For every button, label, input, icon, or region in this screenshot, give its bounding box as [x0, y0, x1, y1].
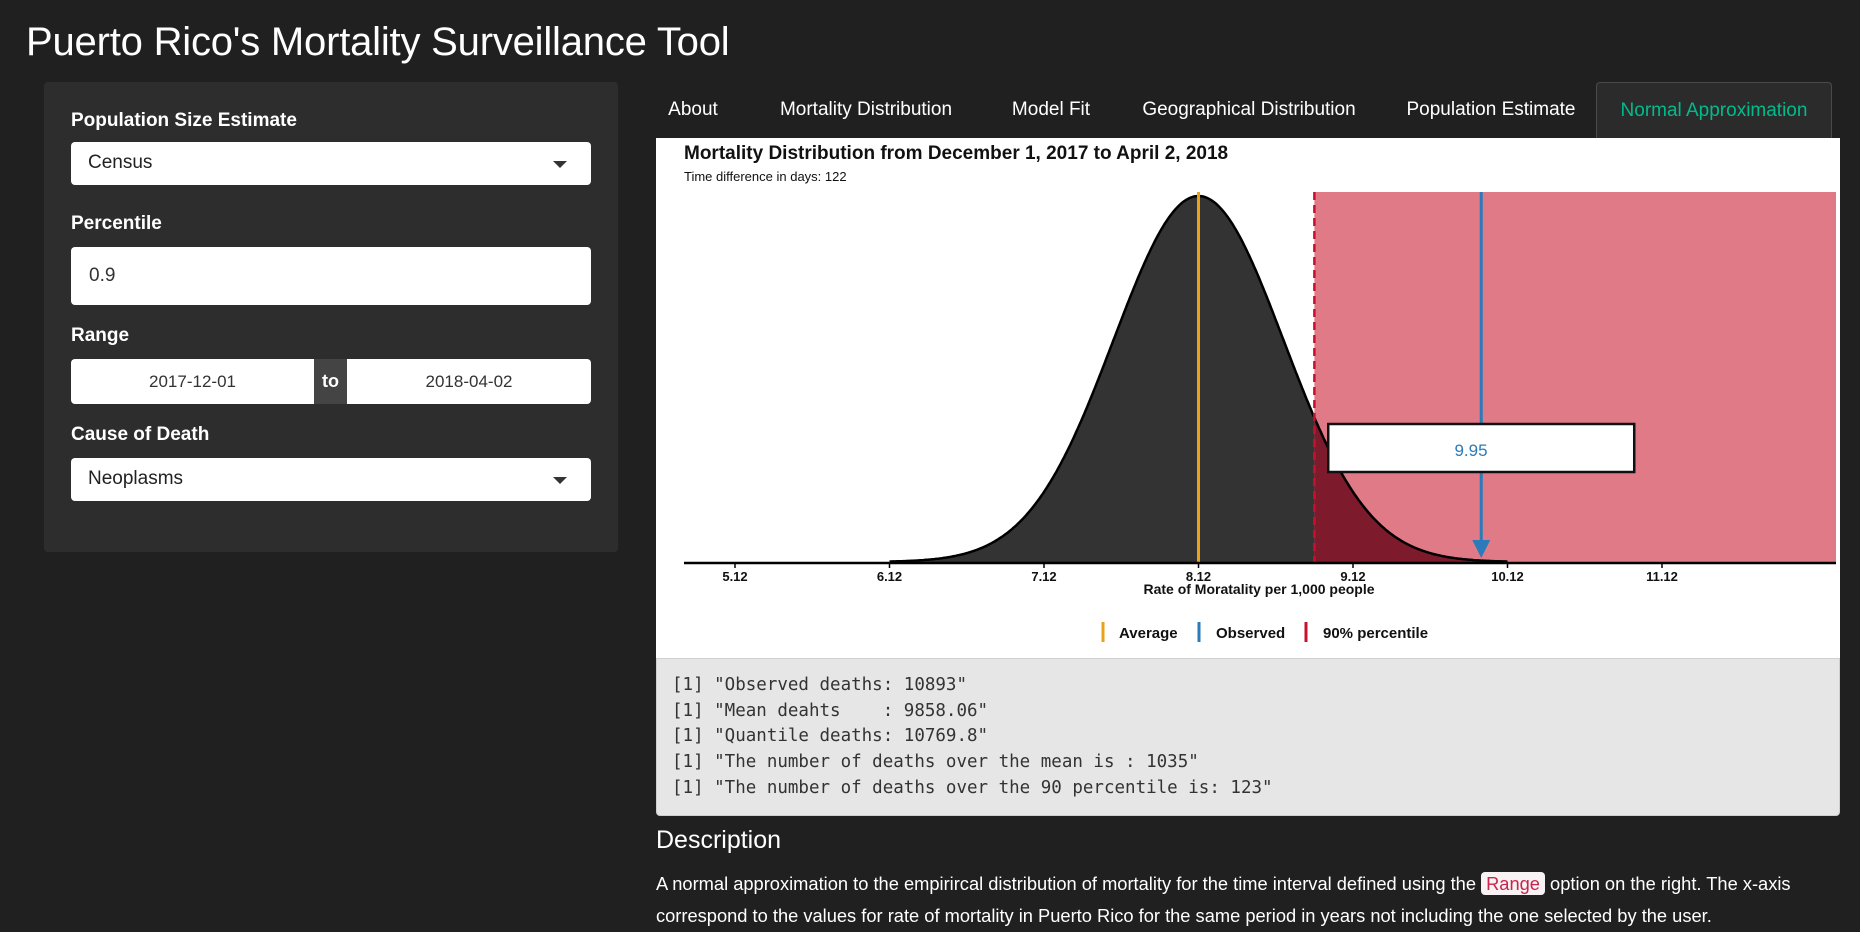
x-tick-label: 10.12: [1491, 569, 1524, 584]
range-end-input[interactable]: 2018-04-02: [347, 359, 591, 404]
range-group: Range 2017-12-01 to 2018-04-02: [71, 325, 591, 405]
percentile-region: [1314, 192, 1836, 562]
tab-population-estimate[interactable]: Population Estimate: [1400, 82, 1582, 138]
legend-average-label: Average: [1119, 625, 1178, 642]
console-line: [1] "The number of deaths over the mean …: [672, 752, 1199, 773]
percentile-input[interactable]: 0.9: [71, 247, 591, 305]
x-tick-label: 5.12: [722, 569, 747, 584]
console-line: [1] "The number of deaths over the 90 pe…: [672, 777, 1273, 798]
sidebar-panel: Population Size Estimate Census Percenti…: [44, 82, 618, 552]
console-line: [1] "Quantile deaths: 10769.8": [672, 726, 989, 747]
chevron-down-icon: [553, 477, 567, 484]
range-code-badge: Range: [1481, 872, 1545, 895]
chevron-down-icon: [553, 161, 567, 168]
population-value: Census: [88, 152, 153, 173]
normal-approximation-chart: Mortality Distribution from December 1, …: [684, 143, 1836, 642]
tab-normal-approximation[interactable]: Normal Approximation: [1596, 82, 1832, 138]
population-label: Population Size Estimate: [71, 110, 297, 131]
date-range-input: 2017-12-01 to 2018-04-02: [71, 359, 591, 404]
chart-subtitle: Time difference in days: 122: [684, 169, 847, 184]
range-separator: to: [314, 359, 347, 404]
cause-value: Neoplasms: [88, 468, 184, 489]
range-label: Range: [71, 325, 130, 346]
percentile-label: Percentile: [71, 213, 162, 234]
tab-mortality-distribution[interactable]: Mortality Distribution: [768, 82, 964, 138]
population-select[interactable]: Census: [71, 142, 591, 185]
tab-geographical-distribution[interactable]: Geographical Distribution: [1134, 82, 1364, 138]
legend-percentile-label: 90% percentile: [1323, 625, 1428, 642]
description-text-before: A normal approximation to the empirircal…: [656, 873, 1482, 894]
population-group: Population Size Estimate Census: [71, 110, 591, 190]
tab-model-fit[interactable]: Model Fit: [1004, 82, 1098, 138]
cause-select[interactable]: Neoplasms: [71, 458, 591, 501]
percentile-group: Percentile 0.9: [71, 213, 591, 313]
tab-bar: About Mortality Distribution Model Fit G…: [657, 82, 1832, 138]
app-title: Puerto Rico's Mortality Surveillance Too…: [26, 20, 730, 64]
range-start-input[interactable]: 2017-12-01: [71, 359, 314, 404]
description-heading: Description: [656, 826, 782, 854]
observed-value-label: 9.95: [1454, 441, 1487, 460]
console-line: [1] "Mean deahts : 9858.06": [672, 700, 989, 721]
density-area: [889, 196, 1315, 562]
description-text: A normal approximation to the empirircal…: [656, 868, 1840, 932]
x-tick-label: 6.12: [877, 569, 902, 584]
cause-group: Cause of Death Neoplasms: [71, 424, 591, 504]
tab-about[interactable]: About: [660, 82, 726, 138]
console-line: [1] "Observed deaths: 10893": [672, 675, 968, 695]
console-output: [1] "Observed deaths: 10893" [1] "Mean d…: [656, 658, 1840, 816]
chart-legend: Average Observed 90% percentile: [1101, 622, 1428, 642]
x-axis-label: Rate of Moratality per 1,000 people: [1143, 581, 1374, 597]
chart-title: Mortality Distribution from December 1, …: [684, 143, 1228, 164]
x-tick-label: 11.12: [1646, 569, 1678, 584]
cause-label: Cause of Death: [71, 424, 210, 445]
legend-observed-label: Observed: [1216, 625, 1285, 642]
chart-panel: Mortality Distribution from December 1, …: [656, 138, 1840, 658]
x-tick-label: 7.12: [1031, 569, 1056, 584]
